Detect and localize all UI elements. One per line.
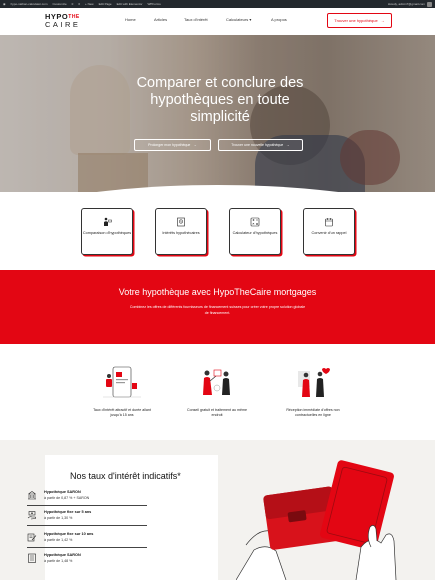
- rate-name: Hypothèque fixe sur 10 ans: [44, 532, 94, 536]
- feature-advice: Conseil gratuit et traitement au même en…: [182, 365, 252, 418]
- rate-name: Hypothèque SARON: [44, 553, 81, 557]
- contract-pen-icon: [27, 533, 37, 542]
- admin-site-link[interactable]: hypo-nathan-calculator.com: [11, 2, 48, 6]
- feature-text: Réception immédiate d'offres non contrac…: [286, 408, 340, 418]
- service-card-callback[interactable]: Convenir d'un rappel: [303, 208, 355, 255]
- chevron-down-icon: ▾: [249, 17, 252, 22]
- nav-interest-rates[interactable]: Taux d'intérêt: [184, 17, 208, 22]
- divider: [27, 505, 147, 506]
- intro-text: Combinez les offres de différents fourni…: [129, 305, 306, 315]
- admin-comments[interactable]: 0: [78, 2, 80, 6]
- divider: [27, 547, 147, 548]
- nav-about[interactable]: A propos: [271, 17, 287, 22]
- divider: [27, 525, 147, 526]
- advice-illustration: [196, 365, 238, 399]
- rate-name: Hypothèque fixe sur 5 ans: [44, 510, 92, 514]
- nav-articles[interactable]: Articles: [154, 17, 167, 22]
- rate-item[interactable]: Hypothèque fixe sur 10 ans à partir de 1…: [27, 530, 147, 550]
- feature-text: Taux d'intérêt attractif et durée allant…: [93, 408, 151, 418]
- logo[interactable]: HYPOTHE CAIRE: [45, 13, 87, 31]
- rate-item[interactable]: Hypothèque SARON à partir de 0,87 % + SA…: [27, 488, 147, 508]
- service-card-interest[interactable]: % Intérêts hypothécaires: [155, 208, 207, 255]
- admin-edit-page[interactable]: Edit Page: [99, 2, 112, 6]
- rate-value: à partir de 1,30 %: [44, 516, 73, 520]
- avatar[interactable]: [427, 1, 432, 7]
- nav-home[interactable]: Home: [125, 17, 136, 22]
- rate-item[interactable]: Hypothèque fixe sur 5 ans à partir de 1,…: [27, 508, 147, 528]
- building-icon: [28, 491, 36, 500]
- wallet-illustration: [235, 455, 406, 580]
- rate-name: Hypothèque SARON: [44, 490, 81, 494]
- rate-item[interactable]: Hypothèque SARON à partir de 1,48 %: [27, 551, 147, 571]
- extend-mortgage-button[interactable]: Prolonger mon hypothèque →: [134, 139, 211, 151]
- nav-calculators[interactable]: Calculateurs ▾: [226, 17, 251, 22]
- wp-admin-bar: ◉ hypo-nathan-calculator.com Customize 0…: [0, 0, 435, 8]
- rate-value: à partir de 1,42 %: [44, 538, 73, 542]
- admin-wpforms[interactable]: WPForms: [147, 2, 160, 6]
- service-card-calculator[interactable]: Calculateur d'hypothèques: [229, 208, 281, 255]
- find-mortgage-label: Trouver une hypothèque: [334, 18, 378, 23]
- site-header: HYPOTHE CAIRE Home Articles Taux d'intér…: [0, 8, 435, 35]
- new-mortgage-label: Trouver une nouvelle hypothèque: [231, 143, 284, 147]
- hero-section: Comparer et conclure des hypothèques en …: [0, 35, 435, 192]
- calculator-icon: [250, 217, 260, 227]
- arrow-right-icon: →: [286, 143, 290, 147]
- service-card-comparison[interactable]: Comparaison d'hypothèques: [81, 208, 133, 255]
- comparison-icon: [104, 217, 112, 226]
- service-card-label: Convenir d'un rappel: [311, 231, 347, 235]
- interest-icon: %: [177, 217, 185, 227]
- admin-updates[interactable]: 0: [72, 2, 74, 6]
- money-hand-icon: [27, 511, 36, 520]
- intro-banner: Votre hypothèque avec HypoTheCaire mortg…: [0, 270, 435, 344]
- admin-greeting[interactable]: Howdy, admin7@gmail.com: [388, 2, 425, 6]
- service-card-label: Comparaison d'hypothèques: [82, 231, 132, 235]
- intro-title: Votre hypothèque avec HypoTheCaire mortg…: [118, 287, 317, 297]
- service-card-label: Intérêts hypothécaires: [162, 231, 200, 235]
- extend-mortgage-label: Prolonger mon hypothèque: [148, 143, 191, 147]
- new-mortgage-button[interactable]: Trouver une nouvelle hypothèque →: [218, 139, 303, 151]
- hero-title: Comparer et conclure des hypothèques en …: [136, 75, 304, 125]
- feature-rate: Taux d'intérêt attractif et durée allant…: [87, 365, 157, 418]
- admin-customize[interactable]: Customize: [52, 2, 66, 6]
- rate-value: à partir de 1,48 %: [44, 559, 73, 563]
- rates-title: Nos taux d'intérêt indicatifs*: [70, 471, 181, 481]
- feature-offers: Réception immédiate d'offres non contrac…: [278, 365, 348, 418]
- find-mortgage-button[interactable]: Trouver une hypothèque →: [327, 13, 392, 28]
- offers-illustration: [292, 365, 334, 399]
- admin-elementor[interactable]: Edit with Elementor: [117, 2, 143, 6]
- service-card-label: Calculateur d'hypothèques: [232, 231, 278, 235]
- nav-calculators-label: Calculateurs: [226, 17, 249, 22]
- checklist-icon: [28, 553, 36, 563]
- admin-new[interactable]: + New: [85, 2, 94, 6]
- arrow-right-icon: →: [380, 18, 385, 23]
- rate-value: à partir de 0,87 % + SARON: [44, 496, 90, 500]
- feature-text: Conseil gratuit et traitement au même en…: [187, 408, 247, 418]
- logo-caire: CAIRE: [45, 20, 81, 29]
- calendar-icon: [325, 218, 333, 227]
- wordpress-icon[interactable]: ◉: [3, 2, 6, 6]
- rate-illustration: [101, 365, 143, 399]
- arrow-right-icon: →: [193, 143, 197, 147]
